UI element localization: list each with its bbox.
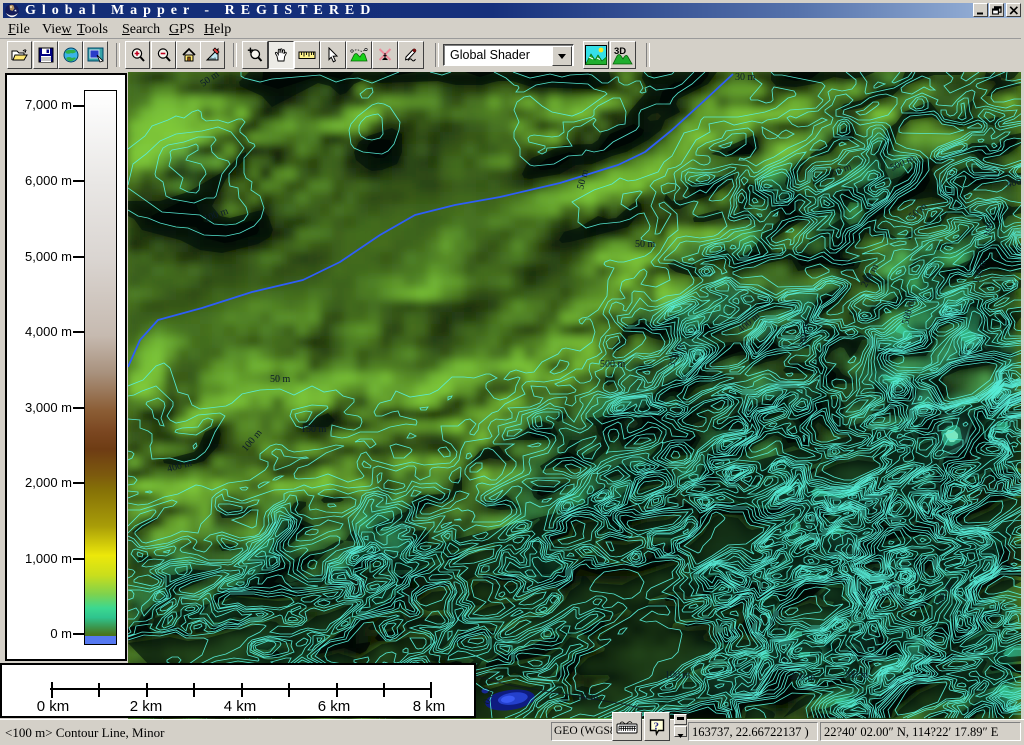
- svg-text:300 m: 300 m: [843, 670, 869, 681]
- svg-text:100 m: 100 m: [798, 322, 811, 348]
- svg-text:400 m: 400 m: [790, 672, 816, 683]
- svg-text:50 m: 50 m: [270, 374, 291, 385]
- svg-text:400: 400: [1006, 177, 1021, 190]
- svg-text:150 m: 150 m: [301, 424, 327, 435]
- svg-text:?: ?: [654, 720, 660, 732]
- svg-text:50 m: 50 m: [578, 692, 599, 703]
- svg-text:100 m: 100 m: [665, 670, 691, 681]
- svg-text:50 m: 50 m: [635, 239, 656, 250]
- svg-text:30 m: 30 m: [735, 72, 756, 83]
- svg-text:500 m: 500 m: [600, 359, 626, 370]
